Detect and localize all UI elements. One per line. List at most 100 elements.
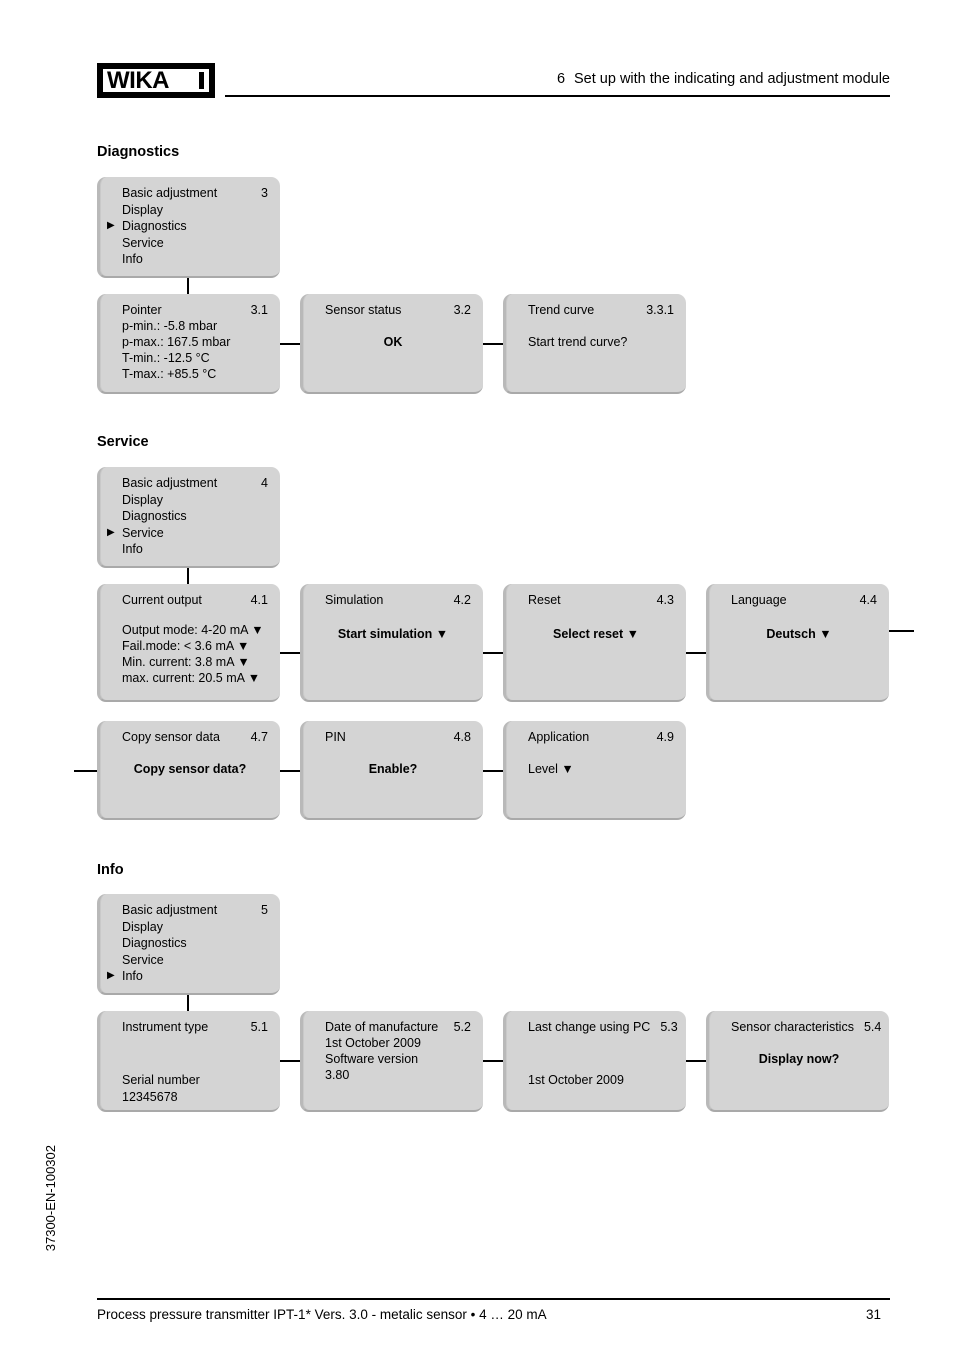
flow-box-simulation[interactable]: Simulation 4.2 Start simulation ▼: [300, 584, 483, 702]
connector: [483, 652, 505, 654]
menu-item-label: Basic adjustment: [122, 476, 218, 490]
box-title: Simulation: [325, 593, 384, 607]
box-index: 4.3: [656, 593, 674, 607]
box-index: 4.8: [453, 730, 471, 744]
box-line: max. current: 20.5 mA ▼: [122, 671, 261, 685]
page-number: 31: [866, 1307, 882, 1322]
flow-box-date-of-manufacture[interactable]: Date of manufacture 5.2 1st October 2009…: [300, 1011, 483, 1112]
menu-item-diagnostics[interactable]: Diagnostics: [122, 509, 268, 523]
flow-box-pin[interactable]: PIN 4.8 Enable?: [300, 721, 483, 820]
flow-box-sensor-characteristics[interactable]: Sensor characteristics 5.4 Display now?: [706, 1011, 889, 1112]
box-value: Enable?: [368, 762, 418, 776]
connector: [280, 770, 302, 772]
menu-item-display[interactable]: Display: [122, 493, 268, 507]
wika-logo-text: WIKA: [107, 66, 169, 94]
box-line: p-min.: -5.8 mbar: [122, 319, 218, 333]
flow-box-current-output[interactable]: Current output 4.1 Output mode: 4-20 mA …: [97, 584, 280, 702]
selection-caret-icon: ▶: [107, 526, 115, 538]
box-index: 4.4: [859, 593, 877, 607]
box-title: Current output: [122, 593, 202, 607]
flow-box-copy-sensor-data[interactable]: Copy sensor data 4.7 Copy sensor data?: [97, 721, 280, 820]
flow-box-trend-curve[interactable]: Trend curve 3.3.1 Start trend curve?: [503, 294, 686, 394]
box-title: Sensor status: [325, 303, 402, 317]
connector: [280, 1060, 302, 1062]
connector: [187, 568, 189, 584]
box-line: T-max.: +85.5 °C: [122, 367, 217, 381]
footer-divider: [97, 1298, 890, 1300]
box-title: Instrument type: [122, 1020, 209, 1034]
flow-box-application[interactable]: Application 4.9 Level ▼: [503, 721, 686, 820]
box-value: Display now?: [758, 1052, 840, 1066]
menu-item-info[interactable]: ▶ Info: [107, 969, 268, 983]
connector: [187, 995, 189, 1011]
menu-item-diagnostics[interactable]: ▶ Diagnostics: [107, 219, 268, 233]
menu-item-service[interactable]: ▶ Service: [107, 525, 268, 540]
footer-product-title: Process pressure transmitter IPT-1* Vers…: [97, 1307, 547, 1322]
menu-item-info[interactable]: Info: [122, 252, 268, 266]
menu-index: 4: [261, 476, 268, 490]
box-title: Application: [528, 730, 590, 744]
section-heading-service: Service: [97, 434, 149, 450]
menu-item-label: Diagnostics: [122, 219, 187, 233]
menu-item-service[interactable]: Service: [122, 953, 268, 967]
section-heading-info: Info: [97, 862, 124, 878]
connector: [483, 1060, 505, 1062]
connector: [483, 343, 505, 345]
box-index: 4.2: [453, 593, 471, 607]
menu-item-display[interactable]: Display: [122, 203, 268, 217]
menu-item-label: Info: [122, 969, 143, 983]
box-index: 3.3.1: [646, 303, 674, 317]
box-index: 5.1: [250, 1020, 268, 1034]
box-title: Last change using PC: [528, 1020, 651, 1034]
menu-box-info[interactable]: Basic adjustment 5 Display Diagnostics S…: [97, 894, 280, 995]
box-index: 3.1: [250, 303, 268, 317]
box-line: Software version: [325, 1052, 419, 1066]
menu-index: 3: [261, 186, 268, 200]
connector: [483, 770, 505, 772]
connector: [280, 652, 302, 654]
chapter-heading: 6 Set up with the indicating and adjustme…: [557, 71, 890, 87]
chapter-number: 6: [556, 71, 566, 87]
wika-logo-bar: [199, 72, 204, 89]
wika-logo: WIKA: [97, 63, 215, 98]
selection-caret-icon: ▶: [107, 220, 115, 231]
box-value: Level ▼: [528, 762, 574, 776]
menu-box-service[interactable]: Basic adjustment 4 Display Diagnostics ▶…: [97, 467, 280, 568]
box-line: 3.80: [325, 1068, 350, 1082]
menu-item-info[interactable]: Info: [122, 542, 268, 556]
box-index: 5.3: [660, 1020, 678, 1034]
connector: [686, 1060, 708, 1062]
flow-box-sensor-status[interactable]: Sensor status 3.2 OK: [300, 294, 483, 394]
flow-box-reset[interactable]: Reset 4.3 Select reset ▼: [503, 584, 686, 702]
selection-caret-icon: ▶: [107, 970, 115, 981]
box-title: Copy sensor data: [122, 730, 220, 744]
chapter-title: Set up with the indicating and adjustmen…: [574, 71, 890, 87]
flow-box-last-change-using-pc[interactable]: Last change using PC 5.3 1st October 200…: [503, 1011, 686, 1112]
box-line: Serial number: [122, 1073, 200, 1087]
menu-item-diagnostics[interactable]: Diagnostics: [122, 936, 268, 950]
menu-index: 5: [261, 903, 268, 917]
box-value: Select reset ▼: [552, 627, 640, 641]
menu-item-label: Basic adjustment: [122, 186, 218, 200]
flow-box-pointer[interactable]: Pointer 3.1 p-min.: -5.8 mbar p-max.: 16…: [97, 294, 280, 394]
box-value: 1st October 2009: [528, 1073, 624, 1087]
flow-box-instrument-type[interactable]: Instrument type 5.1 Serial number 123456…: [97, 1011, 280, 1112]
box-line: 1st October 2009: [325, 1036, 421, 1050]
box-index: 5.4: [863, 1020, 882, 1034]
flow-box-language[interactable]: Language 4.4 Deutsch ▼: [706, 584, 889, 702]
box-title: Date of manufacture: [325, 1020, 439, 1034]
connector-wrap-in: [74, 770, 97, 772]
box-index: 3.2: [453, 303, 471, 317]
menu-box-diagnostics[interactable]: Basic adjustment 3 Display ▶ Diagnostics …: [97, 177, 280, 278]
menu-item-service[interactable]: Service: [122, 236, 268, 250]
menu-item-label: Service: [122, 525, 164, 540]
menu-item-display[interactable]: Display: [122, 920, 268, 934]
connector: [187, 278, 189, 294]
menu-item-label: Basic adjustment: [122, 903, 218, 917]
box-index: 4.9: [656, 730, 674, 744]
box-value: Deutsch ▼: [766, 627, 832, 641]
box-line: T-min.: -12.5 °C: [122, 351, 210, 365]
box-title: Reset: [528, 593, 561, 607]
box-value: OK: [383, 335, 403, 349]
box-line: Fail.mode: < 3.6 mA ▼: [122, 639, 250, 653]
